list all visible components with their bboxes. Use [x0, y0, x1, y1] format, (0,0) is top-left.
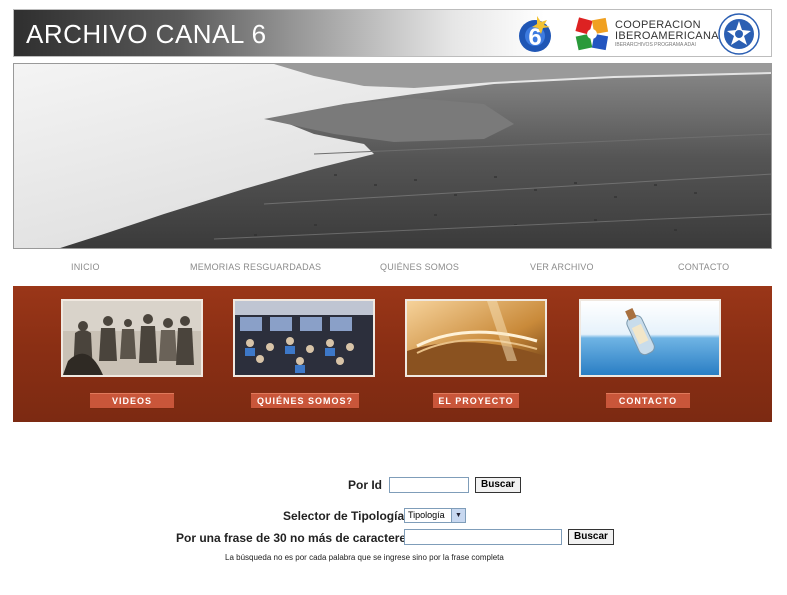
university-seal-icon[interactable] [718, 13, 760, 55]
site-header: ARCHIVO CANAL 6 6 COOPERACION IBEROAMERI… [13, 9, 772, 57]
quienes-somos-button[interactable]: QUIÉNES SOMOS? [251, 393, 359, 409]
search-note: La búsqueda no es por cada palabra que s… [225, 553, 504, 562]
chevron-down-icon[interactable]: ▼ [451, 509, 465, 522]
bottle-message-photo-icon [581, 301, 719, 375]
id-label: Por Id [348, 478, 383, 492]
search-phrase-button[interactable]: Buscar [568, 529, 614, 545]
feature-panel: VIDEOS QUIÉNES SOMOS? EL PROYECTO CONTAC… [13, 286, 772, 422]
coop-line-3: IBERARCHIVOS PROGRAMA ADAI [615, 42, 696, 48]
nav-quienes-somos[interactable]: QUIÉNES SOMOS [380, 262, 459, 272]
canal6-logo-icon[interactable]: 6 [517, 14, 553, 54]
card-quienes-image[interactable] [233, 299, 375, 377]
sepia-family-photo-icon [63, 301, 201, 375]
card-contacto-image[interactable] [579, 299, 721, 377]
nav-memorias[interactable]: MEMORIAS RESGUARDADAS [190, 262, 321, 272]
id-input[interactable] [389, 477, 469, 493]
site-title[interactable]: ARCHIVO CANAL 6 [26, 19, 267, 50]
classroom-photo-icon [235, 301, 373, 375]
search-id-button[interactable]: Buscar [475, 477, 521, 493]
contacto-button[interactable]: CONTACTO [606, 393, 690, 409]
hero-banner-photo [13, 63, 772, 249]
type-label: Selector de Tipología [283, 509, 405, 523]
top-nav: INICIO MEMORIAS RESGUARDADAS QUIÉNES SOM… [0, 262, 787, 276]
nav-ver-archivo[interactable]: VER ARCHIVO [530, 262, 594, 272]
nav-inicio[interactable]: INICIO [71, 262, 100, 272]
videos-button[interactable]: VIDEOS [90, 393, 174, 409]
open-book-photo-icon [407, 301, 545, 375]
nav-contacto[interactable]: CONTACTO [678, 262, 729, 272]
phrase-input[interactable] [404, 529, 562, 545]
aerial-city-photo [14, 64, 771, 248]
type-select-value: Tipología [408, 510, 445, 520]
cooperacion-logo-icon[interactable] [573, 15, 613, 53]
phrase-label: Por una frase de 30 no más de caracteres [176, 531, 413, 545]
el-proyecto-button[interactable]: EL PROYECTO [433, 393, 519, 409]
cooperacion-text: COOPERACION IBEROAMERICANA IBERARCHIVOS … [615, 20, 719, 48]
card-proyecto-image[interactable] [405, 299, 547, 377]
type-select[interactable]: Tipología ▼ [404, 508, 466, 523]
coop-line-2: IBEROAMERICANA [615, 30, 719, 42]
card-videos-image[interactable] [61, 299, 203, 377]
